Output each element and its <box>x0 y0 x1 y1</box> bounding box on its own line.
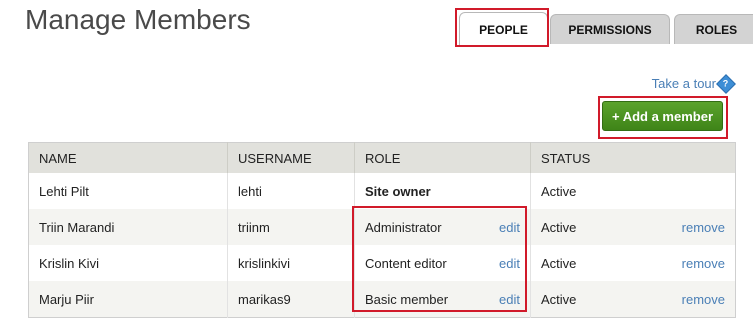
remove-member-link[interactable]: remove <box>682 292 725 307</box>
member-username: marikas9 <box>227 281 355 318</box>
member-username: lehti <box>227 173 355 209</box>
remove-member-link[interactable]: remove <box>682 220 725 235</box>
take-a-tour-link[interactable]: Take a tour ? <box>651 73 736 94</box>
page-title: Manage Members <box>25 4 251 35</box>
column-header-status[interactable]: STATUS <box>530 142 736 173</box>
table-header-row: NAME USERNAME ROLE STATUS <box>28 142 736 173</box>
column-header-username[interactable]: USERNAME <box>227 142 355 173</box>
member-name: Lehti Pilt <box>28 173 228 209</box>
member-status: Active <box>531 173 736 209</box>
member-status: Active remove <box>530 281 736 318</box>
member-username: triinm <box>227 209 355 245</box>
member-status: Active remove <box>531 245 736 281</box>
role-label: Site owner <box>365 183 431 199</box>
member-name: Marju Piir <box>28 281 228 318</box>
status-label: Active <box>541 291 577 307</box>
member-username: krislinkivi <box>227 245 355 281</box>
member-name: Krislin Kivi <box>28 245 228 281</box>
column-header-role[interactable]: ROLE <box>354 142 531 173</box>
member-role: Site owner <box>354 173 531 209</box>
highlight-box-people-tab <box>455 8 549 47</box>
status-label: Active <box>541 255 577 271</box>
remove-member-link[interactable]: remove <box>682 256 725 271</box>
member-status: Active remove <box>530 209 736 245</box>
tab-permissions[interactable]: PERMISSIONS <box>550 14 670 44</box>
table-row: Lehti Pilt lehti Site owner Active <box>28 173 736 209</box>
status-label: Active <box>541 183 577 199</box>
highlight-box-roles <box>352 206 527 312</box>
add-member-button[interactable]: + Add a member <box>602 101 723 131</box>
member-name: Triin Marandi <box>28 209 228 245</box>
take-a-tour-label: Take a tour <box>651 76 716 91</box>
help-diamond-icon[interactable]: ? <box>716 73 736 94</box>
column-header-name[interactable]: NAME <box>28 142 228 173</box>
status-label: Active <box>541 219 577 235</box>
tab-roles[interactable]: ROLES <box>674 14 753 44</box>
